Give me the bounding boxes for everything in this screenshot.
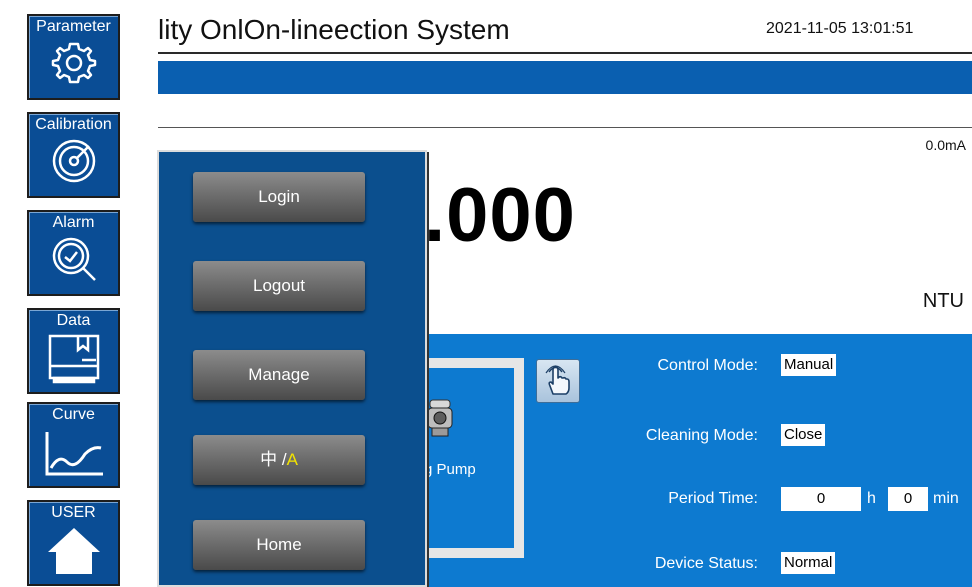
logout-button[interactable]: Logout: [193, 261, 365, 311]
sidebar-item-parameter[interactable]: Parameter: [27, 14, 120, 100]
period-hours-field[interactable]: 0: [781, 487, 861, 511]
sidebar-item-calibration[interactable]: Calibration: [27, 112, 120, 198]
sidebar-item-label: Alarm: [52, 214, 95, 231]
period-minutes-field[interactable]: 0: [888, 487, 928, 511]
user-menu: Login Logout Manage 中 /A Home: [157, 150, 427, 587]
gauge-icon: [52, 139, 95, 183]
measurement-value: .000: [424, 173, 576, 258]
hand-pointer-icon: [545, 365, 570, 395]
header-divider: [158, 52, 972, 54]
cleaning-mode-value[interactable]: Close: [781, 424, 826, 446]
measurement-divider: [158, 127, 972, 128]
device-status-value: Normal: [781, 552, 836, 574]
sidebar-item-alarm[interactable]: Alarm: [27, 210, 120, 296]
control-mode-value[interactable]: Manual: [781, 354, 837, 376]
sidebar-item-data[interactable]: Data: [27, 308, 120, 394]
sidebar-item-label: Calibration: [35, 116, 112, 133]
manage-button[interactable]: Manage: [193, 350, 365, 400]
language-toggle-button[interactable]: 中 /A: [193, 435, 365, 485]
gear-icon: [51, 42, 96, 84]
device-status-label: Device Status:: [654, 555, 758, 572]
datetime-display: 2021-11-05 13:01:51: [766, 20, 914, 37]
pump-icon: [427, 399, 453, 437]
home-icon: [47, 528, 100, 574]
home-button[interactable]: Home: [193, 520, 365, 570]
login-button[interactable]: Login: [193, 172, 365, 222]
pump-label: g Pump: [424, 461, 476, 478]
cleaning-mode-label: Cleaning Mode:: [645, 427, 758, 444]
minutes-unit: min: [933, 490, 959, 507]
sidebar-item-user[interactable]: USER: [27, 500, 120, 586]
sidebar-item-label: Data: [56, 312, 91, 329]
sidebar-item-label: Parameter: [36, 18, 111, 35]
sidebar-item-curve[interactable]: Curve: [27, 402, 120, 488]
pump-frame: [424, 358, 524, 558]
lang-chinese: 中: [260, 450, 278, 469]
measurement-unit: NTU: [922, 290, 964, 312]
current-output: 0.0mA: [925, 137, 966, 153]
magnifier-icon: [52, 237, 96, 281]
header-bar: [158, 61, 972, 94]
sidebar: Parameter Calibration Alarm Data Curve U…: [0, 0, 158, 587]
control-mode-label: Control Mode:: [657, 357, 759, 374]
hours-unit: h: [867, 490, 876, 507]
app-title: lity OnlOn-lineection System: [158, 14, 510, 45]
sidebar-item-label: Curve: [52, 406, 95, 423]
curve-chart-icon: [45, 432, 103, 476]
sidebar-item-label: USER: [51, 504, 96, 521]
lang-english: A: [286, 450, 298, 469]
period-time-label: Period Time:: [668, 490, 758, 507]
manual-control-button[interactable]: [536, 359, 580, 403]
data-folder-icon: [48, 334, 99, 384]
